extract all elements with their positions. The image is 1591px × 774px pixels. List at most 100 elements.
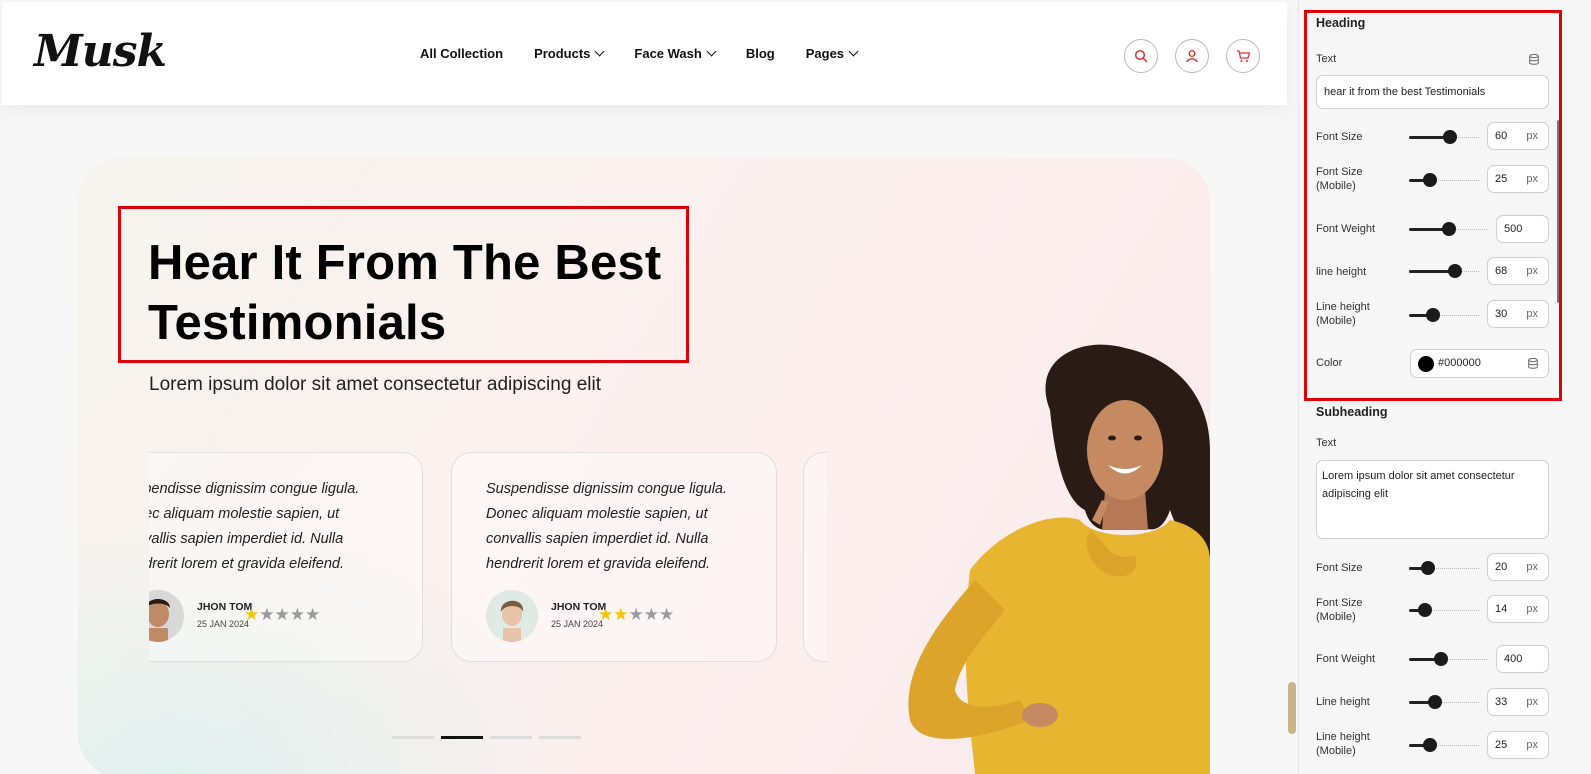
slider-thumb[interactable] <box>1426 308 1440 322</box>
carousel-dot[interactable] <box>392 736 434 739</box>
field-value: 14 <box>1495 603 1508 615</box>
testimonial-text: Suspendisse dignissim congue ligula. Don… <box>486 477 756 577</box>
nav-blog[interactable]: Blog <box>746 46 775 61</box>
font-size-label: Font Size <box>1316 131 1363 143</box>
slider-thumb[interactable] <box>1421 561 1435 575</box>
font-weight-label: Font Weight <box>1316 223 1376 235</box>
carousel-dot[interactable] <box>539 736 581 739</box>
carousel-dot[interactable] <box>490 736 532 739</box>
subheading-font-size-slider[interactable] <box>1409 561 1479 575</box>
chevron-down-icon <box>848 46 859 57</box>
hero-heading[interactable]: Hear It From The Best Testimonials <box>148 233 708 353</box>
testimonial-card[interactable]: uspendisse dignissim congue ligula. onec… <box>149 452 423 662</box>
rating-stars: ★★★★★ <box>244 605 320 625</box>
subheading-line-height-field[interactable]: 33 px <box>1487 688 1549 716</box>
chevron-down-icon <box>594 46 605 57</box>
search-icon <box>1134 49 1148 63</box>
rating-stars: ★★★★★ <box>598 605 674 625</box>
nav-face-wash[interactable]: Face Wash <box>634 46 717 61</box>
subheading-font-size-mobile-field[interactable]: 14 px <box>1487 595 1549 623</box>
subheading-text-input[interactable]: Lorem ipsum dolor sit amet consectetur a… <box>1316 460 1549 539</box>
slider-thumb[interactable] <box>1442 222 1456 236</box>
preview-scrollbar[interactable] <box>1288 682 1296 734</box>
font-weight-label: Font Weight <box>1316 653 1376 665</box>
heading-section-title: Heading <box>1316 16 1366 30</box>
site-header: Musk All Collection Products Face Wash B… <box>2 2 1287 105</box>
testimonial-card[interactable] <box>803 452 827 662</box>
heading-line-height-field[interactable]: 68 px <box>1487 257 1549 285</box>
slider-thumb[interactable] <box>1418 603 1432 617</box>
heading-line-height-mobile-slider[interactable] <box>1409 308 1479 322</box>
heading-line-height-mobile-field[interactable]: 30 px <box>1487 300 1549 328</box>
database-icon[interactable] <box>1528 358 1538 369</box>
slider-rest <box>1425 610 1479 611</box>
heading-font-size-field[interactable]: 60 px <box>1487 122 1549 150</box>
slider-thumb[interactable] <box>1423 173 1437 187</box>
nav-all-collection[interactable]: All Collection <box>420 46 503 61</box>
header-actions <box>1124 39 1260 73</box>
line-height-label: line height <box>1316 266 1367 278</box>
site-logo[interactable]: Musk <box>34 26 167 77</box>
field-unit: px <box>1526 603 1538 615</box>
field-value: 30 <box>1495 308 1508 320</box>
heading-font-weight-field[interactable]: 500 <box>1496 215 1549 243</box>
nav-label: Products <box>534 46 591 61</box>
color-hex: #000000 <box>1438 357 1481 369</box>
review-date: 25 JAN 2024 <box>551 619 604 629</box>
subheading-line-height-mobile-slider[interactable] <box>1409 738 1479 752</box>
subheading-line-height-mobile-field[interactable]: 25 px <box>1487 731 1549 759</box>
model-image <box>908 344 1210 774</box>
label-line: (Mobile) <box>1316 315 1356 327</box>
hero-subheading[interactable]: Lorem ipsum dolor sit amet consectetur a… <box>149 374 601 396</box>
star-empty-icon: ★ <box>305 605 321 624</box>
heading-color-picker[interactable]: #000000 <box>1410 349 1549 378</box>
nav-label: Face Wash <box>634 46 702 61</box>
heading-line-height-slider[interactable] <box>1409 264 1479 278</box>
field-value: 500 <box>1504 223 1523 235</box>
subheading-font-size-mobile-slider[interactable] <box>1409 603 1479 617</box>
app-root: Musk All Collection Products Face Wash B… <box>0 0 1591 774</box>
text-line: Suspendisse dignissim congue ligula. <box>486 481 728 497</box>
slider-thumb[interactable] <box>1443 130 1457 144</box>
testimonial-card[interactable]: Suspendisse dignissim congue ligula. Don… <box>451 452 777 662</box>
slider-rest <box>1430 745 1479 746</box>
heading-font-weight-slider[interactable] <box>1409 222 1487 236</box>
avatar <box>486 590 538 642</box>
star-empty-icon: ★ <box>289 605 305 624</box>
color-swatch[interactable] <box>1418 356 1434 372</box>
label-line: Font Size <box>1316 597 1363 609</box>
text-line: onec aliquam molestie sapien, ut <box>149 506 340 522</box>
text-line: onvallis sapien imperdiet id. Nulla <box>149 531 344 547</box>
carousel-dot-active[interactable] <box>441 736 483 739</box>
carousel-pagination <box>392 736 581 739</box>
text-line: uspendisse dignissim congue ligula. <box>149 481 360 497</box>
font-size-mobile-label: Font Size (Mobile) <box>1316 165 1362 193</box>
slider-thumb[interactable] <box>1428 695 1442 709</box>
heading-font-size-mobile-field[interactable]: 25 px <box>1487 165 1549 193</box>
search-button[interactable] <box>1124 39 1158 73</box>
field-unit: px <box>1526 561 1538 573</box>
slider-rest <box>1430 180 1479 181</box>
field-unit: px <box>1526 173 1538 185</box>
nav-pages[interactable]: Pages <box>806 46 859 61</box>
account-button[interactable] <box>1175 39 1209 73</box>
slider-thumb[interactable] <box>1448 264 1462 278</box>
field-unit: px <box>1526 308 1538 320</box>
slider-thumb[interactable] <box>1434 652 1448 666</box>
subheading-font-weight-slider[interactable] <box>1409 652 1487 666</box>
line-height-mobile-label: Line height (Mobile) <box>1316 300 1370 328</box>
main-nav: All Collection Products Face Wash Blog P… <box>420 46 859 61</box>
heading-font-size-mobile-slider[interactable] <box>1409 173 1479 187</box>
subheading-line-height-slider[interactable] <box>1409 695 1479 709</box>
slider-thumb[interactable] <box>1423 738 1437 752</box>
database-icon[interactable] <box>1529 54 1539 65</box>
star-empty-icon: ★ <box>259 605 275 624</box>
cart-button[interactable] <box>1226 39 1260 73</box>
heading-font-size-slider[interactable] <box>1409 130 1479 144</box>
subheading-font-size-field[interactable]: 20 px <box>1487 553 1549 581</box>
heading-text-input[interactable]: hear it from the best Testimonials <box>1316 75 1549 109</box>
nav-products[interactable]: Products <box>534 46 605 61</box>
text-line: hendrerit lorem et gravida eleifend. <box>486 556 711 572</box>
nav-label: All Collection <box>420 46 504 61</box>
subheading-font-weight-field[interactable]: 400 <box>1496 645 1549 673</box>
